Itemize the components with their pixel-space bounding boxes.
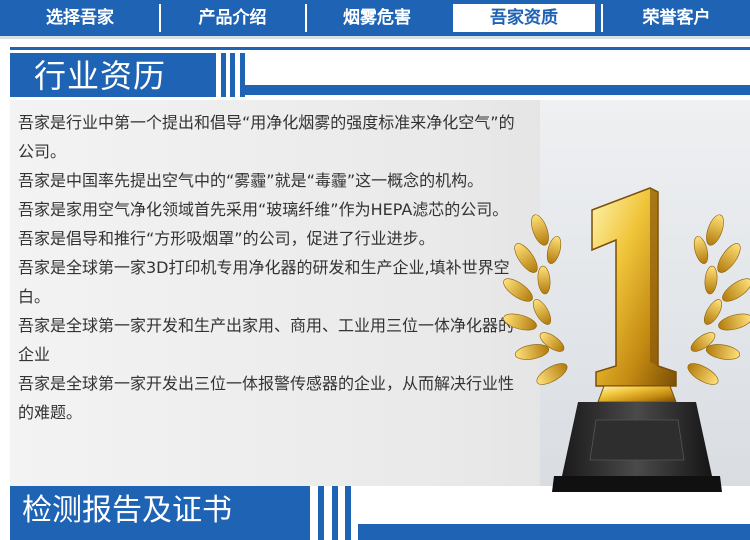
trophy-icon <box>503 187 750 492</box>
qualification-item: 吾家是全球第一家开发出三位一体报警传感器的企业，从而解决行业性的难题。 <box>18 374 515 422</box>
section1-accent-bar <box>221 53 226 97</box>
nav-underline <box>0 36 750 39</box>
qualification-item: 吾家是倡导和推行“方形吸烟罩”的公司，促进了行业进步。 <box>18 229 435 248</box>
qualification-item: 吾家是中国率先提出空气中的“雾霾”就是“毒霾”这一概念的机构。 <box>18 171 484 190</box>
nav-item-smoke-hazards[interactable]: 烟雾危害 <box>307 0 447 36</box>
section2-accent-bar <box>332 486 338 540</box>
nav-item-products[interactable]: 产品介绍 <box>161 0 304 36</box>
qualification-item: 吾家是全球第一家3D打印机专用净化器的研发和生产企业,填补世界空白。 <box>18 258 510 306</box>
section2-title: 检测报告及证书 <box>22 493 232 528</box>
nav-item-choose[interactable]: 选择吾家 <box>0 0 160 36</box>
section1-accent-bar <box>230 53 235 97</box>
section2-header-rule <box>358 524 750 540</box>
qualification-item: 吾家是行业中第一个提出和倡导“用净化烟雾的强度标准来净化空气”的公司。 <box>18 113 515 161</box>
section2-accent-bar <box>345 486 351 540</box>
section1-title: 行业资历 <box>34 57 167 95</box>
qualification-item: 吾家是家用空气净化领域首先采用“玻璃纤维”作为HEPA滤芯的公司。 <box>18 200 509 219</box>
section1-top-rule <box>10 47 750 50</box>
top-nav: 选择吾家 产品介绍 烟雾危害 吾家资质 荣誉客户 <box>0 0 750 36</box>
section2-accent-bar <box>318 486 324 540</box>
nav-item-honor-clients[interactable]: 荣誉客户 <box>603 0 750 36</box>
nav-item-qualifications[interactable]: 吾家资质 <box>453 4 595 32</box>
qualification-item: 吾家是全球第一家开发和生产出家用、商用、工业用三位一体净化器的企业 <box>18 316 515 364</box>
section1-header-rule <box>245 85 750 95</box>
qualification-list: 吾家是行业中第一个提出和倡导“用净化烟雾的强度标准来净化空气”的公司。 吾家是中… <box>18 108 516 427</box>
